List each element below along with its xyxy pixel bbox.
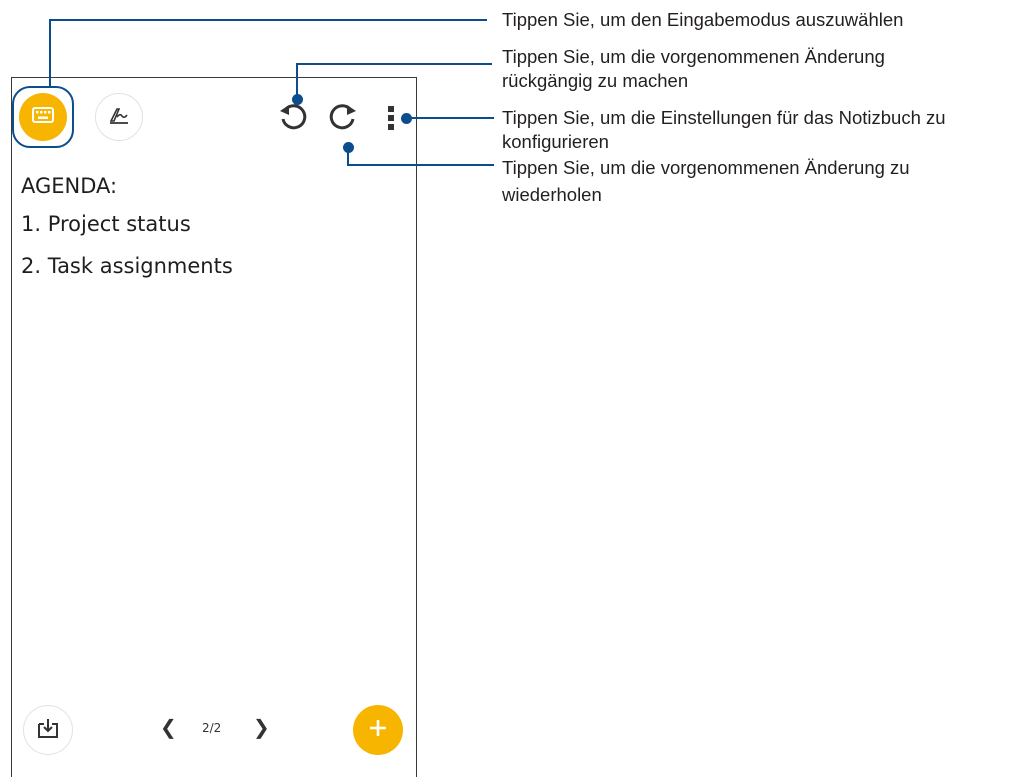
callout-redo-line1: Tippen Sie, um die vorgenommenen Änderun… bbox=[502, 157, 910, 178]
callout-redo-line2: wiederholen bbox=[502, 184, 602, 205]
callout-undo-line1: Tippen Sie, um die vorgenommenen Änderun… bbox=[502, 46, 885, 67]
callout-undo-line2: rückgängig zu machen bbox=[502, 70, 689, 91]
callout-input-mode: Tippen Sie, um den Eingabemodus auszuwäh… bbox=[502, 9, 904, 30]
settings-callout-dot bbox=[401, 113, 412, 124]
undo-callout-dot bbox=[292, 94, 303, 105]
redo-callout-dot bbox=[343, 142, 354, 153]
callout-settings-line2: konfigurieren bbox=[502, 131, 609, 152]
callout-settings-line1: Tippen Sie, um die Einstellungen für das… bbox=[502, 107, 946, 128]
